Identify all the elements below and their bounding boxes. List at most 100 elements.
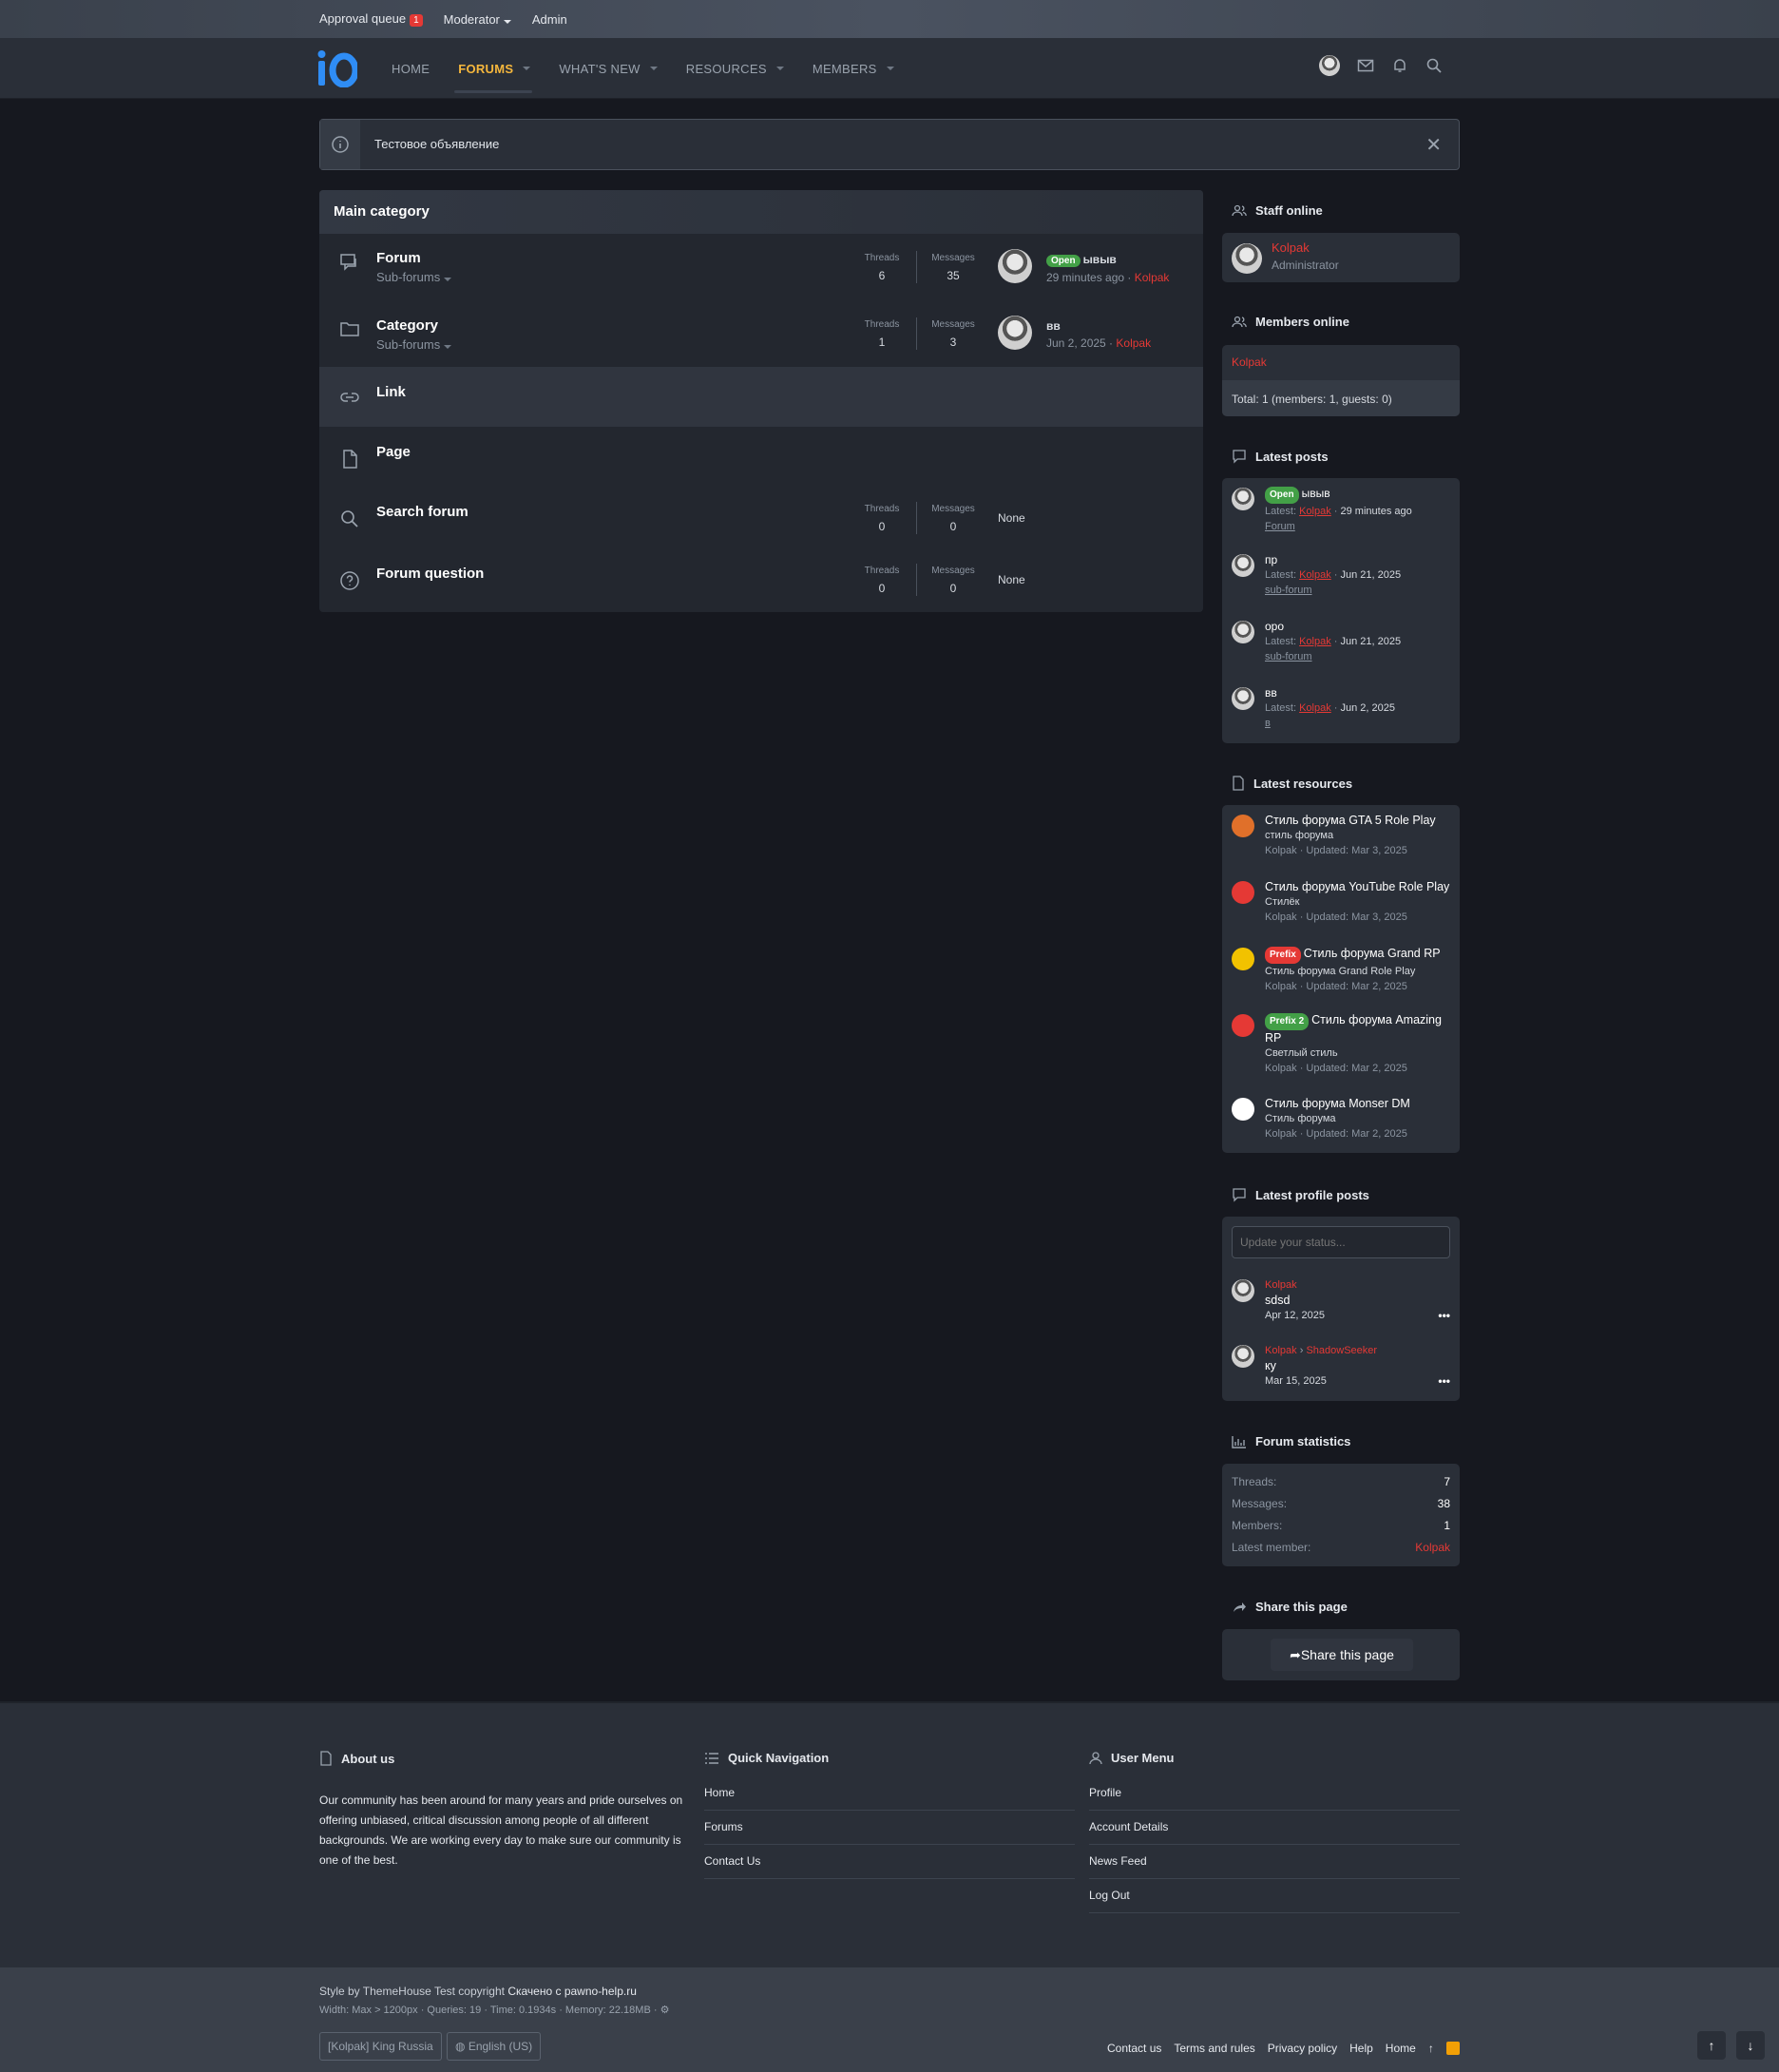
- rss-icon[interactable]: [1445, 2042, 1460, 2055]
- last-post-time[interactable]: 29 minutes ago: [1046, 271, 1124, 284]
- more-options-icon[interactable]: •••: [1438, 1309, 1450, 1322]
- nav-home[interactable]: HOME: [392, 62, 430, 76]
- privacy-link[interactable]: Privacy policy: [1268, 2042, 1337, 2055]
- gta-resource-icon[interactable]: [1232, 815, 1254, 837]
- scroll-top-button[interactable]: ↑: [1697, 2031, 1726, 2060]
- staff-username[interactable]: Kolpak: [1272, 240, 1310, 255]
- node-title[interactable]: Link: [376, 384, 406, 400]
- mail-icon[interactable]: [1357, 57, 1374, 74]
- resource-title[interactable]: Стиль форума Grand RP: [1304, 947, 1441, 960]
- arrow-up-icon[interactable]: ↑: [1428, 2042, 1434, 2055]
- youtube-resource-icon[interactable]: [1232, 881, 1254, 904]
- style-chooser-button[interactable]: [Kolpak] King Russia: [319, 2032, 442, 2061]
- members-online-title[interactable]: Members online: [1255, 315, 1349, 329]
- terms-link[interactable]: Terms and rules: [1174, 2042, 1254, 2055]
- nav-whats-new[interactable]: WHAT'S NEW: [559, 62, 658, 76]
- post-user[interactable]: Kolpak: [1299, 506, 1331, 517]
- gear-icon[interactable]: ⚙: [660, 2005, 670, 2016]
- help-link[interactable]: Help: [1349, 2042, 1373, 2055]
- chevron-down-icon[interactable]: [523, 67, 531, 70]
- footer-link-profile[interactable]: Profile: [1089, 1776, 1460, 1811]
- node-title[interactable]: Page: [376, 444, 411, 460]
- footer-link-logout[interactable]: Log Out: [1089, 1879, 1460, 1913]
- node-title[interactable]: Search forum: [376, 504, 469, 520]
- footer-link-contact[interactable]: Contact Us: [704, 1845, 1075, 1879]
- post-user[interactable]: Kolpak: [1299, 569, 1331, 581]
- post-forum[interactable]: sub-forum: [1265, 583, 1455, 598]
- chevron-down-icon[interactable]: [886, 67, 894, 70]
- user-avatar[interactable]: [1319, 55, 1340, 76]
- latest-member-link[interactable]: Kolpak: [1415, 1541, 1450, 1554]
- post-forum[interactable]: sub-forum: [1265, 649, 1455, 664]
- last-post-time[interactable]: Jun 2, 2025: [1046, 336, 1106, 350]
- more-options-icon[interactable]: •••: [1438, 1374, 1450, 1388]
- share-button[interactable]: ➦Share this page: [1271, 1639, 1413, 1671]
- post-date[interactable]: Apr 12, 2025: [1265, 1308, 1455, 1323]
- post-user[interactable]: Kolpak: [1299, 702, 1331, 714]
- node-link[interactable]: Link: [319, 367, 1203, 427]
- style-credit-link[interactable]: Скачено с pawno-help.ru: [507, 1985, 637, 1998]
- last-thread-title[interactable]: ывыв: [1083, 253, 1117, 266]
- category-title[interactable]: Main category: [319, 190, 1203, 234]
- last-poster-avatar[interactable]: [998, 249, 1032, 283]
- contact-us-link[interactable]: Contact us: [1107, 2042, 1161, 2055]
- profile-posts-title[interactable]: Latest profile posts: [1255, 1188, 1369, 1202]
- post-target-user[interactable]: ShadowSeeker: [1306, 1345, 1377, 1356]
- post-user[interactable]: Kolpak: [1265, 1345, 1297, 1356]
- post-title[interactable]: оро: [1265, 619, 1455, 634]
- home-link[interactable]: Home: [1386, 2042, 1416, 2055]
- bell-icon[interactable]: [1391, 57, 1408, 74]
- nav-forums[interactable]: FORUMS: [454, 62, 533, 93]
- monser-dm-resource-icon[interactable]: [1232, 1098, 1254, 1121]
- last-post-user[interactable]: Kolpak: [1135, 271, 1170, 284]
- chevron-down-icon[interactable]: [775, 67, 784, 70]
- poster-avatar[interactable]: [1232, 1279, 1254, 1302]
- footer-link-forums[interactable]: Forums: [704, 1811, 1075, 1845]
- poster-avatar[interactable]: [1232, 621, 1254, 643]
- poster-avatar[interactable]: [1232, 554, 1254, 577]
- subforums-toggle[interactable]: Sub-forums: [376, 337, 452, 352]
- node-title[interactable]: Forum question: [376, 566, 484, 582]
- amazing-rp-resource-icon[interactable]: [1232, 1014, 1254, 1037]
- scroll-bottom-button[interactable]: ↓: [1736, 2031, 1765, 2060]
- post-date[interactable]: Mar 15, 2025: [1265, 1373, 1455, 1389]
- nav-members[interactable]: MEMBERS: [813, 62, 894, 76]
- resource-title[interactable]: Стиль форума Monser DM: [1265, 1096, 1455, 1111]
- poster-avatar[interactable]: [1232, 687, 1254, 710]
- nav-resources[interactable]: RESOURCES: [686, 62, 784, 76]
- grand-rp-resource-icon[interactable]: [1232, 948, 1254, 970]
- post-user[interactable]: Kolpak: [1265, 1277, 1455, 1293]
- language-chooser-button[interactable]: ◍ English (US): [447, 2032, 542, 2061]
- footer-link-account[interactable]: Account Details: [1089, 1811, 1460, 1845]
- resource-title[interactable]: Стиль форума YouTube Role Play: [1265, 879, 1455, 894]
- chevron-down-icon[interactable]: [649, 67, 658, 70]
- online-member[interactable]: Kolpak: [1232, 355, 1267, 369]
- moderator-menu[interactable]: Moderator: [444, 12, 511, 27]
- post-user[interactable]: Kolpak: [1299, 636, 1331, 647]
- post-forum[interactable]: в: [1265, 716, 1455, 731]
- post-title[interactable]: вв: [1265, 685, 1455, 700]
- post-title[interactable]: пр: [1265, 552, 1455, 567]
- last-post-user[interactable]: Kolpak: [1116, 336, 1151, 350]
- staff-online-title[interactable]: Staff online: [1255, 203, 1323, 218]
- approval-queue-link[interactable]: Approval queue 1: [319, 11, 423, 27]
- close-icon[interactable]: ✕: [1425, 133, 1442, 157]
- node-title[interactable]: Category: [376, 317, 438, 334]
- node-title[interactable]: Forum: [376, 250, 421, 266]
- post-title[interactable]: ывыв: [1302, 487, 1330, 500]
- resource-title[interactable]: Стиль форума GTA 5 Role Play: [1265, 813, 1455, 828]
- poster-avatar[interactable]: [1232, 1345, 1254, 1368]
- status-input[interactable]: [1232, 1226, 1450, 1258]
- last-thread-title[interactable]: вв: [1046, 319, 1151, 333]
- subforums-toggle[interactable]: Sub-forums: [376, 270, 452, 284]
- footer-link-news-feed[interactable]: News Feed: [1089, 1845, 1460, 1879]
- poster-avatar[interactable]: [1232, 488, 1254, 510]
- search-icon[interactable]: [1425, 57, 1443, 74]
- post-forum[interactable]: Forum: [1265, 519, 1455, 534]
- last-poster-avatar[interactable]: [998, 316, 1032, 350]
- admin-link[interactable]: Admin: [532, 12, 567, 27]
- staff-avatar[interactable]: [1232, 243, 1262, 274]
- footer-link-home[interactable]: Home: [704, 1776, 1075, 1811]
- site-logo[interactable]: [317, 49, 357, 87]
- staff-role: Administrator: [1272, 259, 1339, 272]
